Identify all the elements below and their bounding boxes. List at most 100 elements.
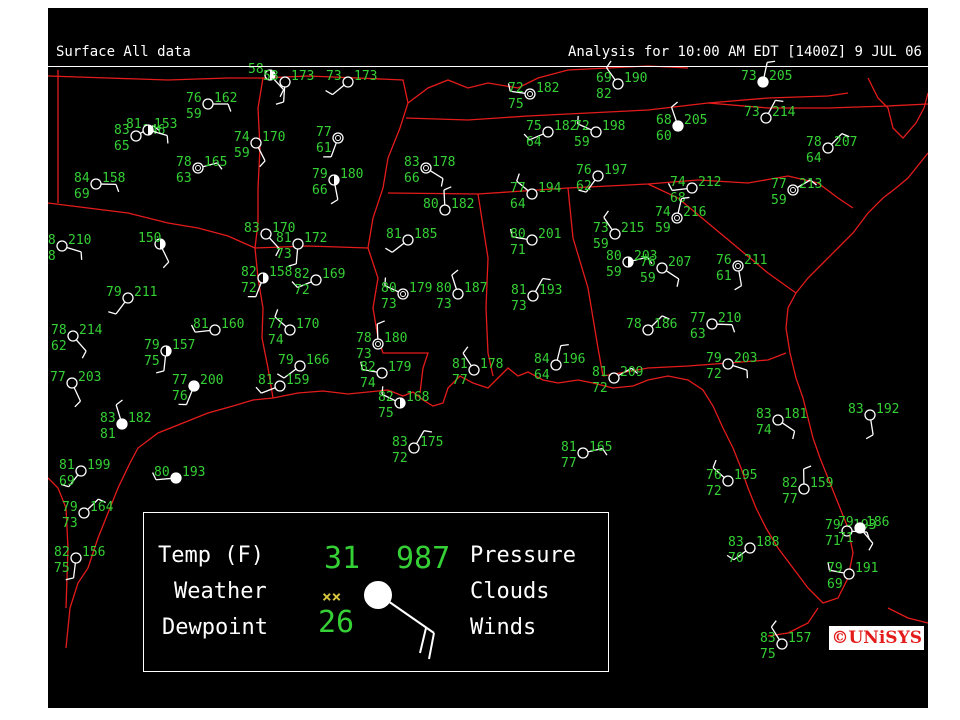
station-plot: 81 159 [255,373,309,394]
station-temperature: 77 [771,177,787,192]
station-cloud-circle [672,120,684,132]
station-cloud-circle [722,475,734,487]
station-dewpoint: 81 [100,427,116,442]
station-dewpoint: 76 [172,389,188,404]
station-cloud-circle [642,324,654,336]
station-pressure: 178 [480,357,503,372]
station-dewpoint: 65 [114,139,130,154]
station-temperature: 81 [452,357,468,372]
station-pressure: 199 [87,458,110,473]
header-divider [48,66,928,67]
station-wind-shaft [73,387,82,402]
legend-weather-symbol: ×× [322,587,342,606]
station-plot: 76 207 59 [640,255,691,287]
station-wind-shaft [334,184,339,200]
station-pressure: 201 [538,227,561,242]
station-plot: 77 203 [50,370,101,408]
station-plot: 7761 [316,125,344,158]
station-cloud-circle [397,288,409,300]
station-plot: 80 187 73 [436,269,487,312]
station-dewpoint: 75 [760,647,776,662]
station-wind-barb [462,346,469,354]
station-plot: 75 18264 [523,119,577,150]
station-pressure: 179 [409,281,432,296]
legend-temp-value: 31 [324,541,361,576]
station-wind-barb [868,543,874,551]
station-wind-barb [259,160,266,168]
station-wind-barb [81,350,87,359]
station-pressure: 210 [68,233,91,248]
station-pressure: 169 [322,267,345,282]
station-plot: 79 211 [106,285,157,315]
station-temperature: 82 [360,360,376,375]
ok-ks-border [48,75,263,81]
station-plot: 83 192 [848,402,899,440]
station-wind-shaft [763,62,768,78]
station-plot: 77 194 64 [510,173,562,212]
station-dewpoint: 73 [511,299,527,314]
station-plot: 80 179 73 [381,277,432,312]
station-pressure: 193 [182,465,205,480]
station-temperature: 83 [392,435,408,450]
station-dewpoint: 61 [316,141,332,156]
station-dewpoint: 66 [404,171,420,186]
station-temperature: 80 [154,465,170,480]
station-plot: 80 182 [423,186,474,216]
station-wind-barb [274,309,279,318]
station-temperature: 79 [827,561,843,576]
station-wind-barb [385,247,393,253]
station-plot: 79 191 69 [827,561,878,592]
station-plot: 83 157 75 [760,620,811,662]
station-temperature: 77 [50,370,66,385]
station-plot: 82 168 75 [378,386,429,421]
station-dewpoint: 60 [656,129,672,144]
station-wind-shaft [732,364,748,371]
station-dewpoint: 64 [510,197,526,212]
station-wind-shaft [332,84,345,96]
station-plot: 72 198 59 [574,115,625,150]
station-dewpoint: 73 [436,297,452,312]
station-wind-barb [542,277,551,281]
station-plot: 80 193 [152,465,205,484]
station-plot: 79 164 73 [62,498,114,531]
station-dewpoint: 69 [74,187,90,202]
legend-pressure-label: Pressure [470,543,576,568]
station-temperature: 81 [592,365,608,380]
station-wind-barb [255,386,262,394]
station-cloud-circle [526,188,538,200]
station-cloud-circle [402,234,414,246]
station-wind-barb [156,370,165,374]
station-pressure: 182 [451,197,474,212]
station-plot: 73 21559 [593,210,644,252]
station-temperature: 79 [706,351,722,366]
station-plot: 83 182 81 [100,399,151,442]
station-pressure: 211 [744,253,767,268]
station-cloud-circle [420,162,432,174]
station-pressure: 157 [788,631,811,646]
station-temperature: 76 [706,468,722,483]
station-pressure: 170 [262,130,285,145]
station-plot: 83 188 70 [726,535,779,566]
station-temperature: 80 [510,227,526,242]
station-dewpoint: 62 [576,179,592,194]
station-dewpoint: 82 [596,87,612,102]
station-wind-shaft [330,142,337,158]
station-cloud-circle [188,380,200,392]
station-temperature: 82 [378,390,394,405]
station-pressure: 173 [291,69,314,84]
station-plot: 84 196 64 [534,344,585,383]
station-dewpoint: 72 [706,367,722,382]
station-pressure: 216 [683,205,706,220]
station-dewpoint: 59 [655,221,671,236]
station-cloud-circle [526,234,538,246]
station-cloud-circle [90,178,102,190]
station-cloud-circle [250,137,262,149]
station-wind-barb [325,89,333,96]
station-plot: 78 18073 [356,320,407,362]
station-cloud-circle [609,228,621,240]
station-temperature: 79 [838,515,854,530]
station-temperature: 78 [48,233,56,248]
station-temperature: 77 [172,373,188,388]
atlantic-coastline [795,152,928,294]
legend-weather-label: Weather [174,579,267,604]
